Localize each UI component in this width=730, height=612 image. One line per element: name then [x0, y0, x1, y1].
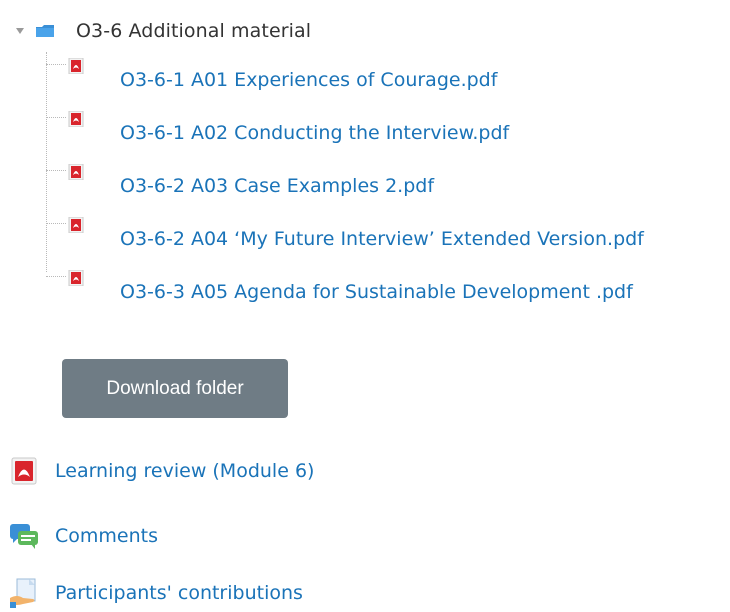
activity-participants-contributions[interactable]: Participants' contributions — [9, 576, 303, 610]
file-link[interactable]: O3-6-1 A01 Experiences of Courage.pdf — [120, 69, 497, 91]
file-row[interactable]: O3-6-2 A03 Case Examples 2.pdf — [46, 158, 730, 211]
pdf-icon — [68, 269, 84, 287]
folder-icon — [34, 22, 56, 40]
pdf-icon — [9, 456, 39, 486]
activity-link[interactable]: Learning review (Module 6) — [55, 460, 314, 482]
triangle-down-icon[interactable] — [14, 25, 26, 37]
folder-activity-page: O3-6 Additional material O3-6-1 A01 Expe… — [0, 0, 730, 610]
folder-tree: O3-6 Additional material O3-6-1 A01 Expe… — [0, 0, 730, 330]
folder-title: O3-6 Additional material — [76, 20, 312, 42]
file-link[interactable]: O3-6-1 A02 Conducting the Interview.pdf — [120, 122, 509, 144]
folder-row[interactable]: O3-6 Additional material — [14, 17, 311, 45]
pdf-icon — [68, 163, 84, 181]
file-row[interactable]: O3-6-1 A02 Conducting the Interview.pdf — [46, 105, 730, 158]
tree-branch-line — [46, 223, 66, 224]
file-row[interactable]: O3-6-1 A01 Experiences of Courage.pdf — [46, 52, 730, 105]
chat-bubbles-icon — [9, 521, 39, 551]
file-link[interactable]: O3-6-2 A04 ‘My Future Interview’ Extende… — [120, 228, 644, 250]
tree-branch-line — [46, 64, 66, 65]
file-list: O3-6-1 A01 Experiences of Courage.pdf O3… — [46, 52, 730, 317]
activity-link[interactable]: Participants' contributions — [55, 582, 303, 604]
pdf-icon — [68, 110, 84, 128]
document-hand-icon — [9, 578, 39, 608]
download-folder-button[interactable]: Download folder — [62, 359, 288, 418]
pdf-icon — [68, 57, 84, 75]
tree-branch-line — [46, 117, 66, 118]
activity-link[interactable]: Comments — [55, 525, 158, 547]
activity-learning-review[interactable]: Learning review (Module 6) — [9, 454, 314, 488]
tree-branch-line — [46, 170, 66, 171]
tree-branch-line — [46, 276, 66, 277]
file-row[interactable]: O3-6-3 A05 Agenda for Sustainable Develo… — [46, 264, 730, 317]
file-row[interactable]: O3-6-2 A04 ‘My Future Interview’ Extende… — [46, 211, 730, 264]
pdf-icon — [68, 216, 84, 234]
file-link[interactable]: O3-6-2 A03 Case Examples 2.pdf — [120, 175, 434, 197]
file-link[interactable]: O3-6-3 A05 Agenda for Sustainable Develo… — [120, 281, 633, 303]
activity-comments[interactable]: Comments — [9, 519, 158, 553]
